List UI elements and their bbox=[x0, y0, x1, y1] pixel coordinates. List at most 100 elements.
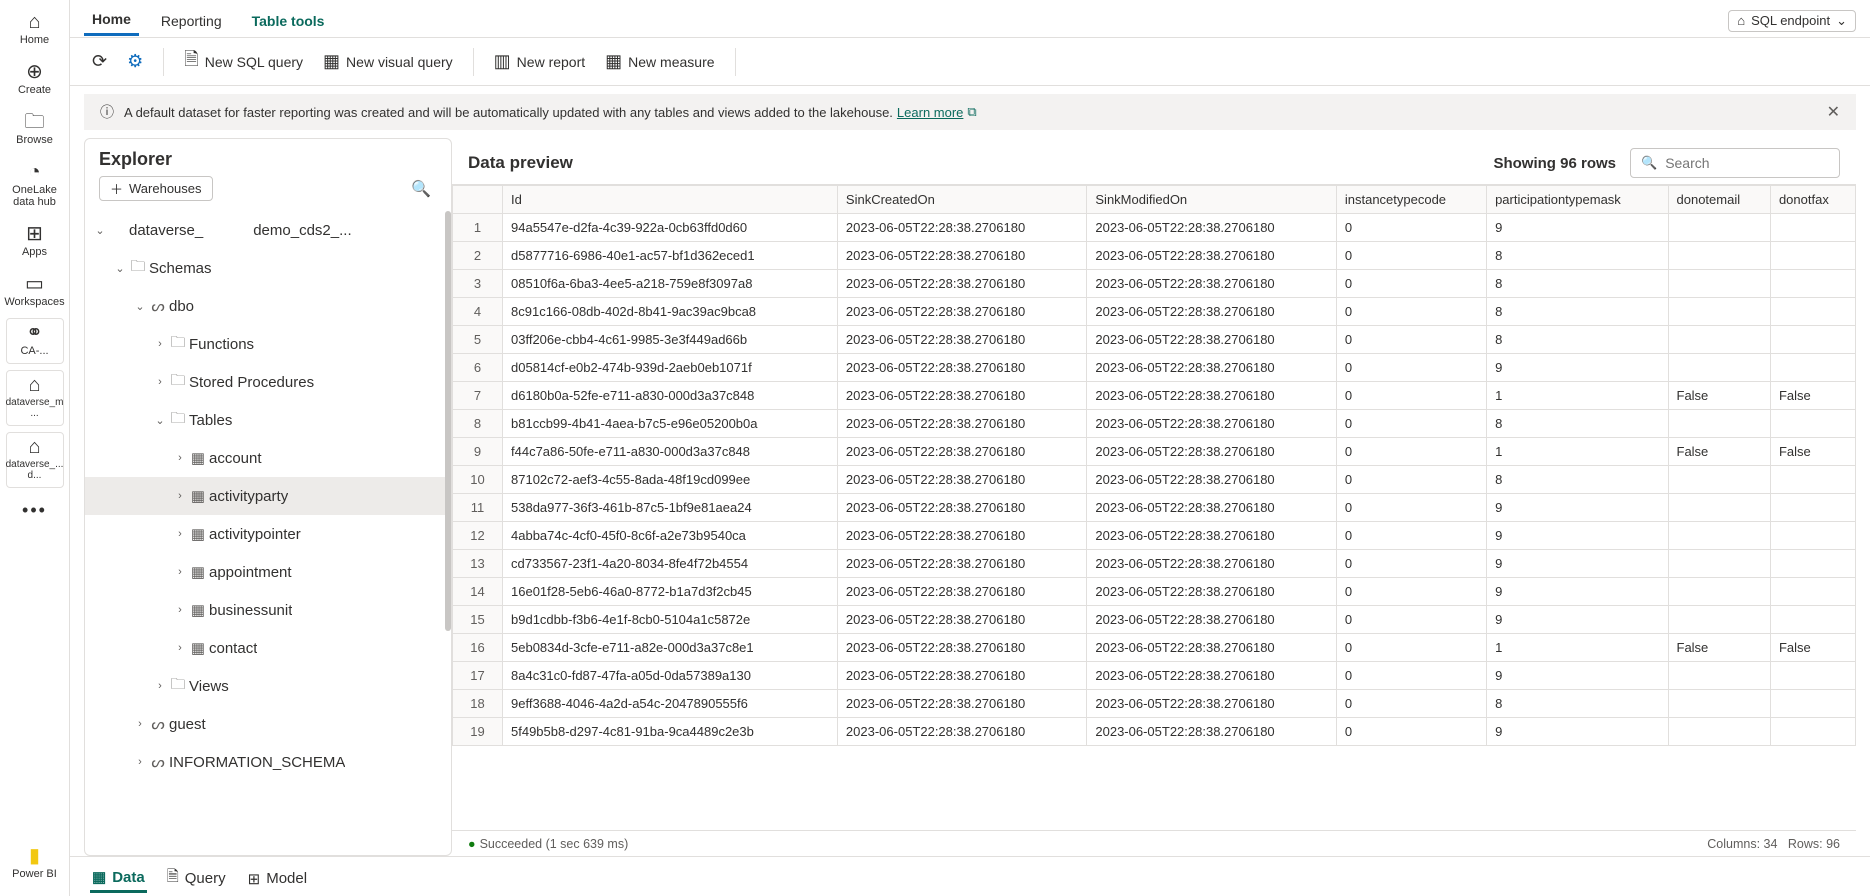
cell[interactable]: d5877716-6986-40e1-ac57-bf1d362eced1 bbox=[503, 242, 838, 270]
table-row[interactable]: 13cd733567-23f1-4a20-8034-8fe4f72b455420… bbox=[453, 550, 1856, 578]
cell[interactable]: 2023-06-05T22:28:38.2706180 bbox=[1087, 550, 1336, 578]
cell[interactable]: 2023-06-05T22:28:38.2706180 bbox=[837, 718, 1086, 746]
cell[interactable]: 0 bbox=[1336, 466, 1486, 494]
cell[interactable]: False bbox=[1770, 438, 1855, 466]
cell[interactable] bbox=[1668, 550, 1770, 578]
column-header[interactable]: donotfax bbox=[1770, 186, 1855, 214]
cell[interactable]: b81ccb99-4b41-4aea-b7c5-e96e05200b0a bbox=[503, 410, 838, 438]
cell[interactable]: 0 bbox=[1336, 438, 1486, 466]
cell[interactable]: 0 bbox=[1336, 326, 1486, 354]
cell[interactable]: 2023-06-05T22:28:38.2706180 bbox=[837, 578, 1086, 606]
cell[interactable] bbox=[1770, 354, 1855, 382]
tree-table-businessunit[interactable]: › ▦ businessunit bbox=[85, 591, 451, 629]
cell[interactable]: 8 bbox=[1487, 466, 1668, 494]
tab-reporting[interactable]: Reporting bbox=[153, 7, 230, 35]
cell[interactable]: 08510f6a-6ba3-4ee5-a218-759e8f3097a8 bbox=[503, 270, 838, 298]
sql-endpoint-dropdown[interactable]: ⌂ SQL endpoint ⌄ bbox=[1728, 10, 1856, 32]
cell[interactable]: 2023-06-05T22:28:38.2706180 bbox=[1087, 690, 1336, 718]
cell[interactable]: False bbox=[1668, 382, 1770, 410]
cell[interactable]: 1 bbox=[1487, 634, 1668, 662]
table-row[interactable]: 178a4c31c0-fd87-47fa-a05d-0da57389a13020… bbox=[453, 662, 1856, 690]
cell[interactable]: 2023-06-05T22:28:38.2706180 bbox=[1087, 494, 1336, 522]
table-row[interactable]: 48c91c166-08db-402d-8b41-9ac39ac9bca8202… bbox=[453, 298, 1856, 326]
column-header-rownum[interactable] bbox=[453, 186, 503, 214]
cell[interactable]: 2023-06-05T22:28:38.2706180 bbox=[837, 550, 1086, 578]
tree-guest[interactable]: › ᔕ guest bbox=[85, 705, 451, 743]
settings-button[interactable]: ⚙ bbox=[119, 47, 151, 76]
cell[interactable] bbox=[1668, 522, 1770, 550]
cell[interactable]: False bbox=[1770, 382, 1855, 410]
nav-workspaces[interactable]: ▭ Workspaces bbox=[0, 268, 69, 318]
table-row[interactable]: 6d05814cf-e0b2-474b-939d-2aeb0eb1071f202… bbox=[453, 354, 1856, 382]
cell[interactable]: 2023-06-05T22:28:38.2706180 bbox=[837, 634, 1086, 662]
cell[interactable]: 0 bbox=[1336, 410, 1486, 438]
table-row[interactable]: 15b9d1cdbb-f3b6-4e1f-8cb0-5104a1c5872e20… bbox=[453, 606, 1856, 634]
nav-powerbi[interactable]: ▮ Power BI bbox=[0, 840, 69, 890]
cell[interactable]: 2023-06-05T22:28:38.2706180 bbox=[1087, 410, 1336, 438]
column-header[interactable]: donotemail bbox=[1668, 186, 1770, 214]
cell[interactable]: 87102c72-aef3-4c55-8ada-48f19cd099ee bbox=[503, 466, 838, 494]
new-visual-query-button[interactable]: ▦ New visual query bbox=[315, 47, 461, 76]
cell[interactable] bbox=[1770, 466, 1855, 494]
cell[interactable]: 9 bbox=[1487, 522, 1668, 550]
cell[interactable]: 2023-06-05T22:28:38.2706180 bbox=[1087, 298, 1336, 326]
cell[interactable]: 0 bbox=[1336, 550, 1486, 578]
cell[interactable]: 1 bbox=[1487, 382, 1668, 410]
cell[interactable]: 2023-06-05T22:28:38.2706180 bbox=[837, 466, 1086, 494]
cell[interactable] bbox=[1770, 214, 1855, 242]
tree-information-schema[interactable]: › ᔕ INFORMATION_SCHEMA bbox=[85, 743, 451, 781]
cell[interactable]: 2023-06-05T22:28:38.2706180 bbox=[837, 410, 1086, 438]
cell[interactable]: 2023-06-05T22:28:38.2706180 bbox=[837, 298, 1086, 326]
cell[interactable]: 5eb0834d-3cfe-e711-a82e-000d3a37c8e1 bbox=[503, 634, 838, 662]
refresh-button[interactable]: ⟳ bbox=[84, 47, 115, 76]
cell[interactable]: b9d1cdbb-f3b6-4e1f-8cb0-5104a1c5872e bbox=[503, 606, 838, 634]
cell[interactable]: 9 bbox=[1487, 578, 1668, 606]
cell[interactable]: d6180b0a-52fe-e711-a830-000d3a37c848 bbox=[503, 382, 838, 410]
cell[interactable] bbox=[1770, 298, 1855, 326]
new-sql-query-button[interactable]: 🗎 New SQL query bbox=[176, 43, 311, 81]
table-row[interactable]: 308510f6a-6ba3-4ee5-a218-759e8f3097a8202… bbox=[453, 270, 1856, 298]
cell[interactable]: 9 bbox=[1487, 606, 1668, 634]
explorer-tree[interactable]: ⌄ dataverse_demo_cds2_... ⌄ 🗀 Schemas ⌄ … bbox=[85, 207, 451, 855]
cell[interactable]: 9 bbox=[1487, 214, 1668, 242]
cell[interactable] bbox=[1770, 494, 1855, 522]
cell[interactable]: 4abba74c-4cf0-45f0-8c6f-a2e73b9540ca bbox=[503, 522, 838, 550]
cell[interactable]: 9 bbox=[1487, 354, 1668, 382]
cell[interactable] bbox=[1668, 354, 1770, 382]
nav-apps[interactable]: ⊞ Apps bbox=[0, 218, 69, 268]
cell[interactable] bbox=[1668, 578, 1770, 606]
table-row[interactable]: 2d5877716-6986-40e1-ac57-bf1d362eced1202… bbox=[453, 242, 1856, 270]
cell[interactable]: 2023-06-05T22:28:38.2706180 bbox=[1087, 578, 1336, 606]
cell[interactable]: 2023-06-05T22:28:38.2706180 bbox=[1087, 466, 1336, 494]
bottom-tab-data[interactable]: ▦ Data bbox=[90, 864, 147, 893]
column-header[interactable]: Id bbox=[503, 186, 838, 214]
nav-browse[interactable]: 🗀 Browse bbox=[0, 106, 69, 156]
cell[interactable]: 9 bbox=[1487, 662, 1668, 690]
cell[interactable]: 0 bbox=[1336, 634, 1486, 662]
tab-table-tools[interactable]: Table tools bbox=[244, 7, 333, 35]
table-row[interactable]: 1087102c72-aef3-4c55-8ada-48f19cd099ee20… bbox=[453, 466, 1856, 494]
nav-create[interactable]: ⊕ Create bbox=[0, 56, 69, 106]
cell[interactable]: 9eff3688-4046-4a2d-a54c-2047890555f6 bbox=[503, 690, 838, 718]
scrollbar-thumb[interactable] bbox=[445, 211, 451, 631]
cell[interactable]: 2023-06-05T22:28:38.2706180 bbox=[1087, 326, 1336, 354]
cell[interactable] bbox=[1668, 214, 1770, 242]
cell[interactable] bbox=[1770, 690, 1855, 718]
grid-wrap[interactable]: IdSinkCreatedOnSinkModifiedOninstancetyp… bbox=[452, 184, 1856, 830]
tree-table-contact[interactable]: › ▦ contact bbox=[85, 629, 451, 667]
cell[interactable]: 8 bbox=[1487, 298, 1668, 326]
table-row[interactable]: 194a5547e-d2fa-4c39-922a-0cb63ffd0d60202… bbox=[453, 214, 1856, 242]
learn-more-link[interactable]: Learn more bbox=[897, 105, 963, 120]
cell[interactable]: 0 bbox=[1336, 298, 1486, 326]
tree-table-activityparty[interactable]: › ▦ activityparty bbox=[85, 477, 451, 515]
cell[interactable]: 9 bbox=[1487, 718, 1668, 746]
cell[interactable] bbox=[1668, 690, 1770, 718]
cell[interactable] bbox=[1770, 242, 1855, 270]
cell[interactable]: 2023-06-05T22:28:38.2706180 bbox=[837, 354, 1086, 382]
cell[interactable] bbox=[1668, 410, 1770, 438]
add-warehouses-button[interactable]: ＋ Warehouses bbox=[99, 176, 213, 201]
new-measure-button[interactable]: ▦ New measure bbox=[597, 47, 722, 76]
tab-home[interactable]: Home bbox=[84, 5, 139, 36]
table-row[interactable]: 1416e01f28-5eb6-46a0-8772-b1a7d3f2cb4520… bbox=[453, 578, 1856, 606]
cell[interactable] bbox=[1668, 662, 1770, 690]
